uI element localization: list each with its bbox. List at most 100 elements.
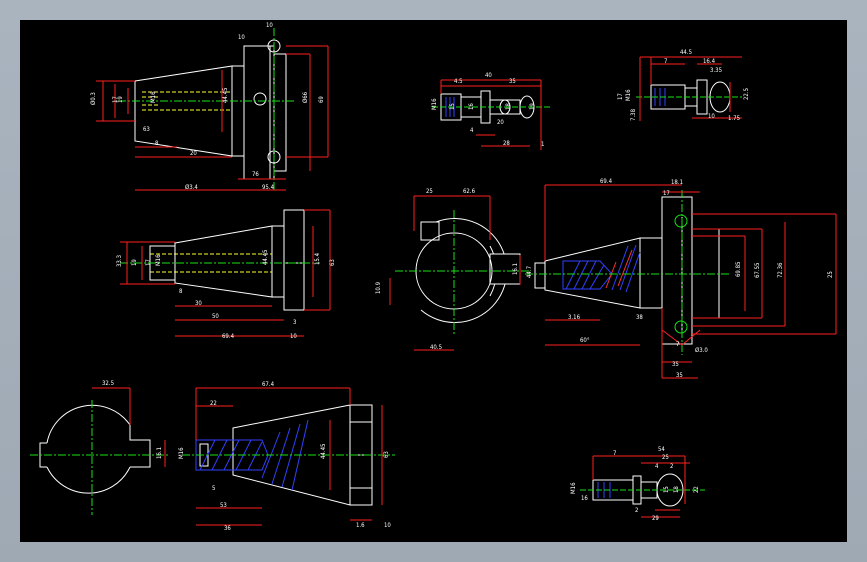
dimension-label: 4.5 [454, 78, 463, 85]
dimension-label: 10 [708, 113, 715, 120]
dimension-label: 38 [636, 314, 643, 321]
dimension-label: 15 [663, 486, 670, 493]
dimension-label: Ø3.4 [185, 184, 198, 191]
dimension-label: 20 [190, 150, 197, 157]
dimension-label: M16 [178, 447, 185, 459]
dimension-label: 69.4 [600, 178, 613, 185]
dimension-label: 69 [318, 96, 325, 103]
dimension-label: 76 [252, 171, 259, 178]
dimension-label: 22 [210, 400, 217, 407]
dimension-label: 17 [145, 259, 152, 266]
dimension-label: 8 [179, 288, 183, 295]
dimension-label: 95.4 [262, 184, 275, 191]
dimension-label: 16.1 [512, 263, 519, 275]
dimension-label: 22.5 [743, 88, 750, 100]
dimension-label: Ø0.3 [90, 92, 97, 105]
dimension-label: 7 [676, 341, 679, 348]
view-arbor-top: 10 10 Ø0.3 19 17 M16 44.45 Ø66 69 63 8 2… [90, 22, 329, 191]
dimension-label: 3.16 [568, 314, 581, 321]
dimension-label: 10 [266, 22, 273, 29]
dimension-label: 15.4 [314, 252, 321, 265]
dimension-label: 72.36 [777, 262, 784, 278]
dimension-label: 54 [658, 446, 665, 453]
dimension-label: M16 [431, 98, 438, 110]
dimension-label: 1.6 [356, 522, 365, 529]
dimension-label: 69.85 [735, 262, 742, 277]
dimension-label: 15 [449, 103, 456, 110]
dimension-label: 25 [426, 188, 433, 195]
dimension-label: 3.35 [710, 67, 722, 74]
dimension-label: 67.4 [262, 381, 275, 388]
dimension-label: 67.55 [754, 263, 761, 278]
dimension-label: 69.4 [222, 333, 235, 340]
view-flange-front: 25 62.6 16.1 10.9 40.5 [375, 188, 530, 351]
dimension-label: 2 [635, 507, 638, 514]
dimension-label: 20 [497, 119, 504, 126]
dimension-label: Ø66 [302, 91, 309, 103]
dimension-label: 18 [505, 103, 512, 110]
dimension-label: 63 [329, 259, 336, 266]
view-flange-bottom-left: 32.5 16.1 [30, 380, 168, 515]
dimension-label: 44.7 [526, 266, 533, 278]
dimension-label: 8 [155, 140, 159, 147]
dimension-label: M16 [155, 254, 162, 266]
dimension-label: 1 [541, 141, 544, 148]
dimension-label: 44.45 [320, 444, 327, 459]
dimension-label: 2 [670, 463, 673, 470]
dimension-label: 10.9 [375, 281, 382, 294]
dimension-label: 40.5 [430, 344, 442, 351]
view-arbor-bottom: 67.4 22 M16 44.45 63 5 53 36 1.6 10 [178, 381, 395, 532]
dimension-label: 5 [212, 485, 215, 492]
dimension-label: 35 [676, 372, 683, 379]
dimension-label: 35 [509, 78, 516, 85]
dimension-label: 60° [580, 337, 590, 344]
dimension-label: 35 [672, 361, 679, 368]
dimension-label: 50 [212, 313, 219, 320]
dimension-label: 28 [503, 140, 510, 147]
dimension-label: 4 [655, 463, 659, 470]
dimension-label: 16.1 [156, 447, 163, 459]
dimension-label: 16 [468, 103, 475, 110]
dimension-label: 63 [143, 126, 150, 133]
dimension-label: M16 [150, 91, 157, 103]
view-pull-stud-small: 40 4.5 35 M16 15 16 18 19 20 4 28 1 [431, 72, 550, 150]
dimension-label: 4 [470, 127, 474, 134]
dimension-label: 10 [290, 333, 297, 340]
dimension-label: 44.45 [262, 250, 269, 265]
dimension-label: 32.5 [102, 380, 114, 387]
dimension-label: M16 [625, 89, 632, 101]
view-pull-stud-bottom-right: 7 54 25 4 2 M16 15 18 22 16 2 29 [570, 446, 705, 522]
dimension-label: 44.45 [222, 88, 229, 103]
dimension-label: 63 [383, 451, 390, 458]
dimension-label: 17 [663, 190, 670, 197]
dimension-label: 33.3 [116, 255, 123, 267]
dimension-label: 10 [238, 34, 245, 41]
dimension-label: 17 [617, 93, 624, 100]
dimension-label: 7 [613, 450, 616, 457]
dimension-label: 19 [131, 259, 138, 266]
dimension-label: 19 [529, 103, 536, 110]
dimension-label: 25 [827, 271, 834, 278]
view-arbor-section: 69.4 18.1 17 44.7 69.85 67.55 72.36 25 3… [525, 178, 837, 379]
dimension-label: 44.5 [680, 49, 692, 56]
dimension-label: 7.38 [630, 108, 637, 121]
dimension-label: 30 [195, 300, 202, 307]
view-arbor-middle: 33.3 19 17 M16 44.45 15.4 63 8 30 50 69.… [116, 209, 336, 340]
dimension-label: 36 [224, 525, 231, 532]
dimension-label: M16 [570, 482, 577, 494]
dimension-label: 10 [384, 522, 391, 529]
dimension-label: 62.6 [463, 188, 476, 195]
dimension-label: 53 [220, 502, 227, 509]
dimension-label: 17 [112, 96, 119, 103]
view-pull-stud-top-right: 44.5 7 16.4 3.35 17 M16 22.5 7.38 10 1.7… [617, 49, 750, 122]
dimension-label: 25 [662, 454, 669, 461]
dimension-label: 7 [664, 58, 667, 65]
dimension-label: 29 [652, 515, 659, 522]
dimension-label: 18.1 [671, 179, 683, 186]
dimension-label: 16.4 [703, 58, 716, 65]
dimension-label: 18 [673, 486, 680, 493]
dimension-label: 40 [485, 72, 492, 79]
dimension-label: 3 [293, 319, 296, 326]
dimension-label: Ø3.0 [695, 347, 708, 354]
dimension-label: 16 [581, 495, 588, 502]
